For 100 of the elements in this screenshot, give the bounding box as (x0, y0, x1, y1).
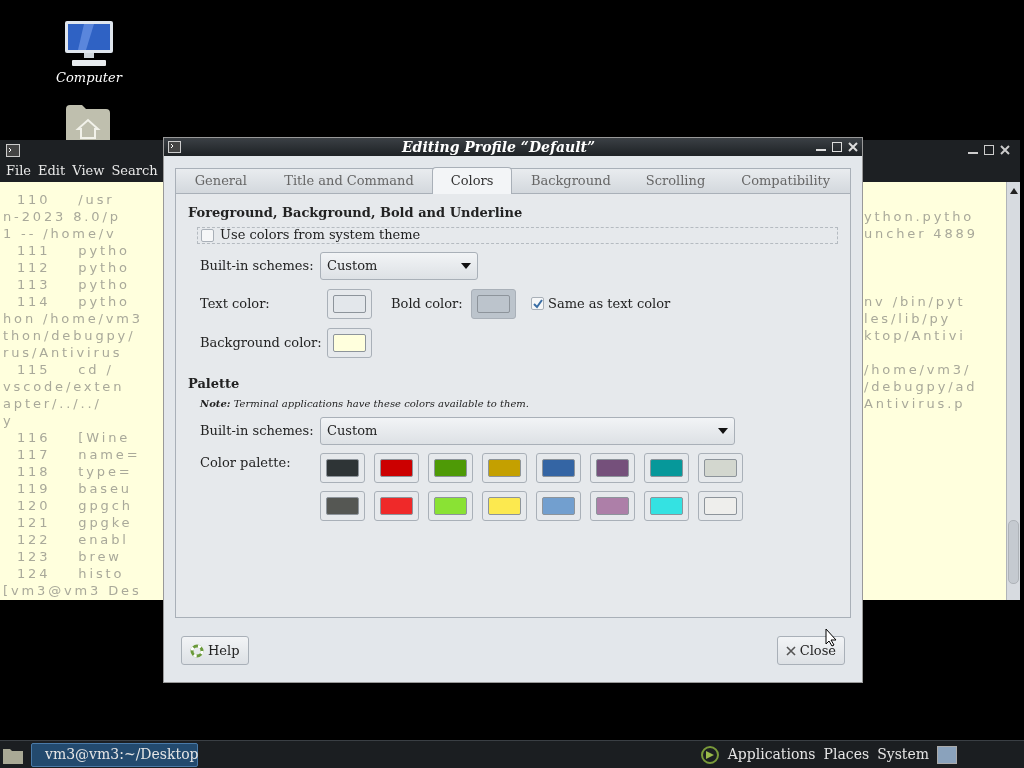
palette-swatch[interactable] (428, 491, 473, 521)
close-button[interactable]: Close (776, 636, 845, 665)
terminal-line: 120 gpgch (16, 498, 133, 513)
panel-menu[interactable]: System (877, 744, 929, 765)
panel-menu[interactable]: Applications (727, 744, 816, 765)
checkbox[interactable] (201, 228, 214, 242)
lifebuoy-icon (190, 643, 204, 658)
palette-swatch[interactable] (320, 491, 365, 521)
tab[interactable]: Colors (432, 167, 512, 194)
palette-swatch[interactable] (374, 491, 419, 521)
terminal-line: 110 /usr (16, 192, 115, 207)
terminal-line: 112 pytho (16, 260, 130, 275)
close-icon[interactable] (1000, 145, 1010, 155)
logo-icon[interactable] (699, 744, 720, 765)
terminal-line: 123 brew (16, 549, 122, 564)
menu-item[interactable]: File (6, 161, 32, 181)
text-color-button[interactable] (327, 288, 372, 319)
field-label: Built-in schemes: (200, 422, 315, 441)
terminal-line: /debugpy/ad (864, 379, 978, 394)
scheme-dropdown[interactable]: Custom (320, 417, 735, 445)
terminal-line: 124 histo (16, 566, 125, 581)
terminal-line: 113 pytho (16, 277, 130, 292)
terminal-line: 115 cd / (16, 362, 114, 377)
workspace-switcher[interactable] (937, 745, 957, 764)
terminal-line: /home/vm3/ (864, 362, 972, 377)
terminal-line: 111 pytho (16, 243, 130, 258)
palette-swatch[interactable] (482, 453, 527, 483)
caret-icon (718, 428, 728, 434)
palette-swatch[interactable] (320, 453, 365, 483)
window-title: Editing Profile “Default” (401, 137, 596, 157)
help-button[interactable]: Help (181, 636, 249, 665)
close-icon[interactable] (848, 142, 858, 152)
pointer-icon (825, 628, 837, 647)
terminal-line: 1 -- /home/v (3, 226, 117, 241)
menu-item[interactable]: View (72, 161, 105, 181)
field-label: Built-in schemes: (200, 256, 315, 275)
panel-menu[interactable]: Places (823, 744, 870, 765)
section-heading: Foreground, Background, Bold and Underline (188, 204, 524, 222)
taskbar-button[interactable]: vm3@vm3:~/Desktop (31, 742, 198, 767)
terminal-line: apter/../../ (3, 396, 102, 411)
tab[interactable]: Background (512, 168, 630, 193)
palette-swatch[interactable] (536, 453, 581, 483)
tab[interactable]: Title and Command (265, 168, 433, 193)
terminal-line: 121 gpgke (16, 515, 133, 530)
background-color-button[interactable] (327, 327, 372, 358)
checkbox-label[interactable]: Same as text color (548, 293, 671, 314)
terminal-line: les/lib/py (864, 311, 952, 326)
terminal-line: ktop/Antivi (864, 328, 966, 343)
terminal-line: hon /home/vm3 (3, 311, 143, 326)
caret-icon (461, 262, 471, 269)
terminal-icon (168, 141, 181, 153)
bold-color-button[interactable] (471, 288, 516, 319)
terminal-line: rus/Antivirus (3, 345, 123, 360)
palette-swatch[interactable] (536, 491, 581, 521)
palette-swatch[interactable] (428, 453, 473, 483)
terminal-line: 119 baseu (16, 481, 132, 496)
terminal-icon (6, 143, 20, 157)
palette-swatch[interactable] (644, 453, 689, 483)
field-label: Bold color: (391, 294, 464, 313)
terminal-line: ython.pytho (864, 209, 975, 224)
terminal-line: [vm3@vm3 Des (3, 583, 142, 598)
palette-swatch[interactable] (482, 491, 527, 521)
palette-swatch[interactable] (590, 453, 635, 483)
check-icon (532, 298, 543, 309)
checkbox[interactable] (531, 297, 544, 310)
menu-item[interactable]: Search (111, 161, 158, 181)
tab[interactable]: General (176, 168, 266, 193)
terminal-line: 118 type= (16, 464, 133, 479)
icon-label: Computer (56, 69, 122, 87)
field-label: Background color: (200, 333, 323, 352)
terminal-line: 122 enabl (16, 532, 129, 547)
field-label: Color palette: (200, 454, 292, 472)
tab[interactable]: Scrolling (629, 168, 722, 193)
terminal-line: uncher 4889 (864, 226, 978, 241)
maximize-icon[interactable] (984, 145, 994, 155)
computer-icon[interactable] (64, 20, 114, 68)
terminal-line: vscode/exten (3, 379, 125, 394)
close-icon (785, 645, 796, 656)
maximize-icon[interactable] (832, 142, 842, 152)
field-label: Text color: (200, 294, 271, 313)
terminal-line: thon/debugpy/ (3, 328, 136, 343)
palette-swatch[interactable] (374, 453, 419, 483)
terminal-line: nv /bin/pyt (864, 294, 966, 309)
terminal-line: 116 [Wine (16, 430, 131, 445)
menu-item[interactable]: Edit (38, 161, 66, 181)
palette-swatch[interactable] (698, 453, 743, 483)
scroll-up-icon[interactable] (1009, 188, 1018, 194)
note-text: Note: Terminal applications have these colors available to them. (200, 397, 530, 411)
terminal-line: Antivirus.p (864, 396, 966, 411)
terminal-line: y (3, 413, 14, 428)
scheme-dropdown[interactable]: Custom (320, 251, 478, 280)
palette-swatch[interactable] (644, 491, 689, 521)
tab[interactable]: Compatibility (721, 168, 850, 193)
scrollbar[interactable] (1006, 182, 1020, 600)
palette-swatch[interactable] (698, 491, 743, 521)
terminal-line: n-2023 8.0/p (3, 209, 121, 224)
terminal-line: 117 name= (16, 447, 141, 462)
scrollbar-thumb[interactable] (1008, 520, 1019, 584)
palette-swatch[interactable] (590, 491, 635, 521)
home-folder-icon[interactable] (66, 105, 110, 140)
